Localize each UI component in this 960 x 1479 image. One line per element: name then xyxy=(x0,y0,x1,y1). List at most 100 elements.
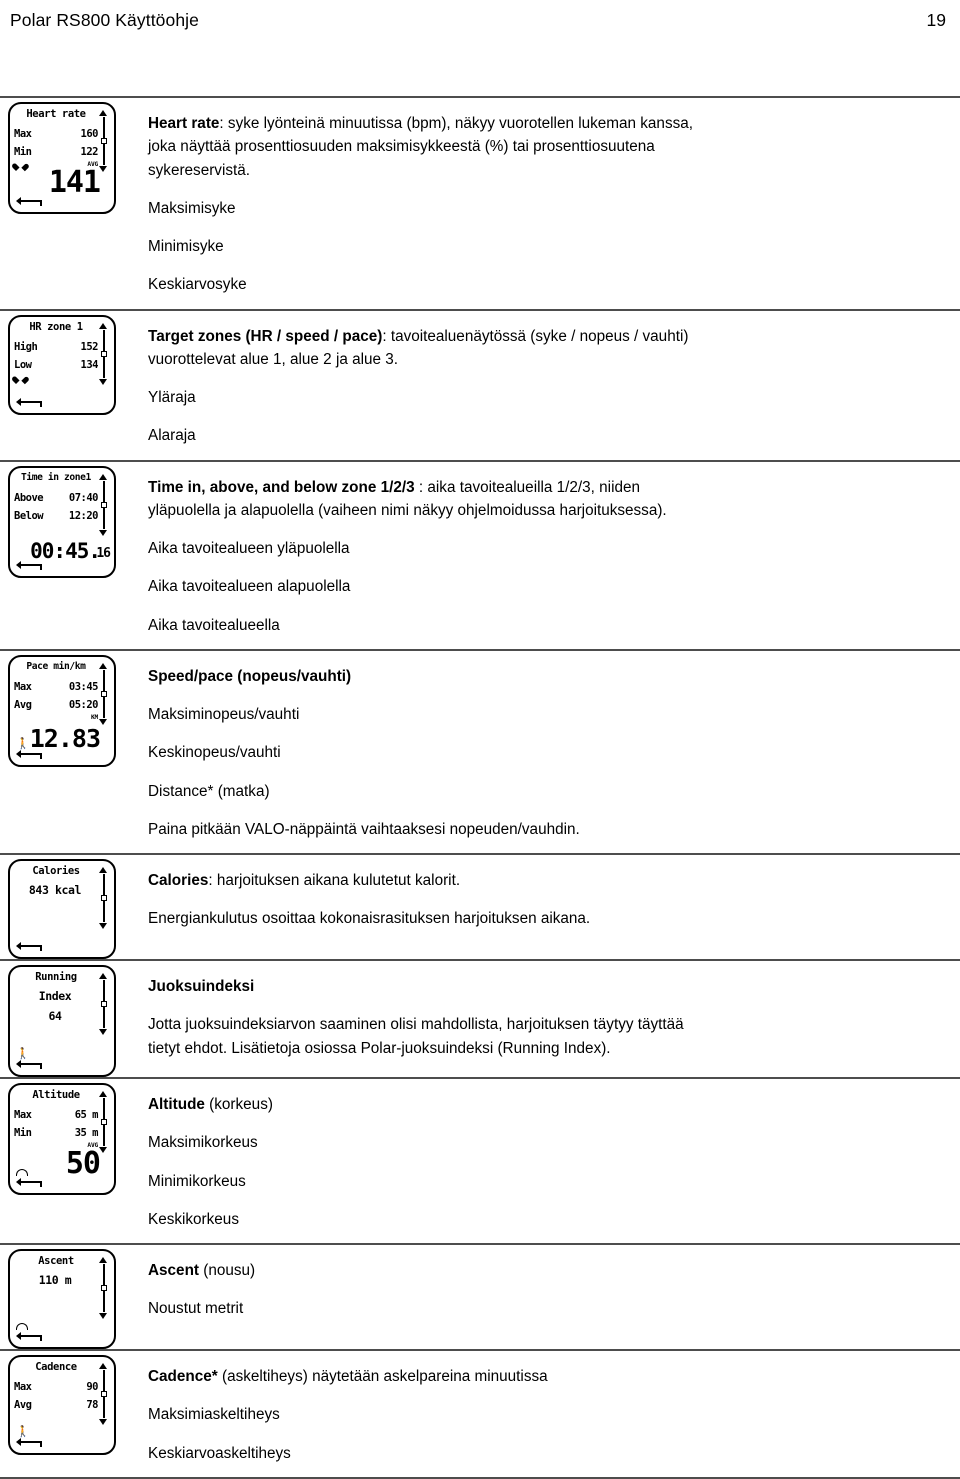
lcd-row1-label: Max xyxy=(14,1109,32,1121)
paragraph: Minimikorkeus xyxy=(148,1172,246,1190)
scroll-up-arrow-icon[interactable] xyxy=(99,473,107,480)
paragraph: Aika tavoitealueen alapuolella xyxy=(148,578,351,596)
lcd-row2-value: 122 xyxy=(80,146,99,158)
page-header: Polar RS800 Käyttöohje 19 xyxy=(0,4,960,36)
scroll-thumb[interactable] xyxy=(100,1001,107,1008)
lcd-scrollbar[interactable] xyxy=(99,973,108,1035)
lcd-row2-value: 78 xyxy=(86,1399,98,1411)
lcd-row1-label: Max xyxy=(14,680,32,693)
scroll-down-arrow-icon[interactable] xyxy=(99,378,107,385)
paragraph-bold-lead: Speed/pace (nopeus/vauhti) xyxy=(148,667,352,685)
scroll-up-arrow-icon[interactable] xyxy=(99,1091,107,1097)
scroll-thumb[interactable] xyxy=(100,350,107,357)
lcd-row1-label: Max xyxy=(14,1381,32,1393)
runner-icon: 🚶 xyxy=(16,1047,30,1060)
paragraph: Keskikorkeus xyxy=(148,1210,239,1228)
watch-display-7: Ascent 110 m xyxy=(8,1249,116,1349)
scroll-down-arrow-icon[interactable] xyxy=(99,1419,107,1425)
scroll-down-arrow-icon[interactable] xyxy=(99,718,107,725)
scroll-up-arrow-icon[interactable] xyxy=(99,973,107,979)
section-target-zones: HR zone 1 High 152 Low 134 Target zones (HR /… xyxy=(0,311,960,460)
lcd-scrollbar[interactable] xyxy=(99,1363,108,1425)
back-arrow-icon xyxy=(16,749,42,759)
paragraph: Maksimisyke xyxy=(148,199,236,217)
text-column: Juoksuindeksi Jotta juoksuindeksiarvon sa… xyxy=(148,961,960,1072)
scroll-down-arrow-icon[interactable] xyxy=(99,923,107,929)
text-column: Calories: harjoituksen aikana kulutetut … xyxy=(148,855,960,943)
text-column: Target zones (HR / speed / pace): tavoit… xyxy=(148,311,960,460)
altitude-arc-icon xyxy=(16,1323,28,1330)
paragraph: Target zones (HR / speed / pace): tavoit… xyxy=(148,325,708,372)
document-title: Polar RS800 Käyttöohje xyxy=(10,9,199,30)
lcd-unit-indicator: AVG xyxy=(87,1142,98,1149)
paragraph: Aika tavoitealueella xyxy=(148,616,280,634)
section-divider xyxy=(0,1476,960,1479)
scroll-thumb[interactable] xyxy=(100,1119,107,1126)
scroll-up-arrow-icon[interactable] xyxy=(99,1257,107,1263)
scroll-thumb[interactable] xyxy=(100,690,107,698)
section-altitude: Altitude Max 65 m Min 35 m 50 AVG Altitude (kor… xyxy=(0,1079,960,1243)
back-arrow-icon xyxy=(16,1060,42,1070)
lcd-column: Cadence Max 90 Avg 78 🚶 xyxy=(0,1351,148,1455)
lcd-row1-label: Above xyxy=(14,491,44,504)
lcd-row1-value: 03:45 xyxy=(68,680,99,693)
scroll-up-arrow-icon[interactable] xyxy=(99,322,107,329)
lcd-center-value: Index xyxy=(38,989,72,1003)
paragraph: Maksiminopeus/vauhti xyxy=(148,706,300,723)
paragraph: Keskiarvoaskeltiheys xyxy=(148,1444,291,1462)
scroll-up-arrow-icon[interactable] xyxy=(99,867,107,873)
scroll-thumb[interactable] xyxy=(100,895,107,902)
altitude-arc-icon xyxy=(16,1169,28,1176)
scroll-thumb[interactable] xyxy=(100,1285,107,1292)
scroll-up-arrow-icon[interactable] xyxy=(99,1363,107,1369)
lcd-row1-value: 160 xyxy=(80,128,99,140)
lcd-column: Pace min/km Max 03:45 Avg 05:20 12.83 KM 🚶 xyxy=(0,651,148,767)
lcd-scrollbar[interactable] xyxy=(99,662,108,725)
manual-content: Heart rate Max 160 Min 122 141 AVG Heart rate: … xyxy=(0,96,960,1479)
heart-icon xyxy=(16,164,25,172)
lcd-scrollbar[interactable] xyxy=(99,1091,108,1153)
lcd-scrollbar[interactable] xyxy=(99,1257,108,1319)
text-column: Time in, above, and below zone 1/2/3 : a… xyxy=(148,462,960,649)
lcd-main-value: 50 xyxy=(65,1146,101,1181)
lcd-scrollbar[interactable] xyxy=(99,322,108,385)
paragraph: Maksimikorkeus xyxy=(148,1134,258,1152)
scroll-thumb[interactable] xyxy=(100,501,107,508)
paragraph: Speed/pace (nopeus/vauhti) xyxy=(148,665,708,688)
scroll-up-arrow-icon[interactable] xyxy=(99,110,107,116)
scroll-down-arrow-icon[interactable] xyxy=(99,1147,107,1153)
lcd-center-value: 110 m xyxy=(38,1273,72,1287)
paragraph-bold-lead: Juoksuindeksi xyxy=(148,978,255,995)
paragraph: Minimisyke xyxy=(148,238,224,255)
text-column: Ascent (nousu) Noustut metrit xyxy=(148,1245,960,1333)
scroll-thumb[interactable] xyxy=(100,1391,107,1398)
lcd-main-value-decimals: 16 xyxy=(96,545,111,561)
text-column: Heart rate: syke lyönteinä minuutissa (b… xyxy=(148,98,960,309)
paragraph-text: (korkeus) xyxy=(204,1096,273,1113)
scroll-up-arrow-icon[interactable] xyxy=(99,662,107,669)
lcd-row2-label: Avg xyxy=(14,698,32,711)
lcd-row2-label: Low xyxy=(14,358,32,371)
section-calories: Calories 843 kcal Calories: harjoituksen a… xyxy=(0,855,960,959)
scroll-down-arrow-icon[interactable] xyxy=(99,529,107,536)
lcd-scrollbar[interactable] xyxy=(99,473,108,536)
lcd-scrollbar[interactable] xyxy=(99,867,108,929)
lcd-row2-value: 134 xyxy=(80,358,99,371)
watch-display-8: Cadence Max 90 Avg 78 🚶 xyxy=(8,1355,116,1455)
paragraph-text: (askeltiheys) näytetään askelpareina min… xyxy=(217,1368,548,1385)
scroll-thumb[interactable] xyxy=(100,138,107,145)
lcd-column: Calories 843 kcal xyxy=(0,855,148,959)
scroll-down-arrow-icon[interactable] xyxy=(99,166,107,172)
section-heart-rate: Heart rate Max 160 Min 122 141 AVG Heart rate: … xyxy=(0,98,960,309)
section-speed-pace: Pace min/km Max 03:45 Avg 05:20 12.83 KM 🚶 Speed… xyxy=(0,651,960,853)
lcd-row2-label: Min xyxy=(14,146,32,158)
lcd-row1-value: 07:40 xyxy=(68,491,99,504)
lcd-column: Altitude Max 65 m Min 35 m 50 AVG xyxy=(0,1079,148,1195)
lcd-column: Heart rate Max 160 Min 122 141 AVG xyxy=(0,98,148,214)
paragraph: Paina pitkään VALO-näppäintä vaihtaakses… xyxy=(148,820,580,838)
lcd-scrollbar[interactable] xyxy=(99,110,108,172)
scroll-down-arrow-icon[interactable] xyxy=(99,1313,107,1319)
lcd-main-value: 00:45. xyxy=(30,538,101,563)
scroll-down-arrow-icon[interactable] xyxy=(99,1029,107,1035)
lcd-row1-label: High xyxy=(14,340,38,353)
